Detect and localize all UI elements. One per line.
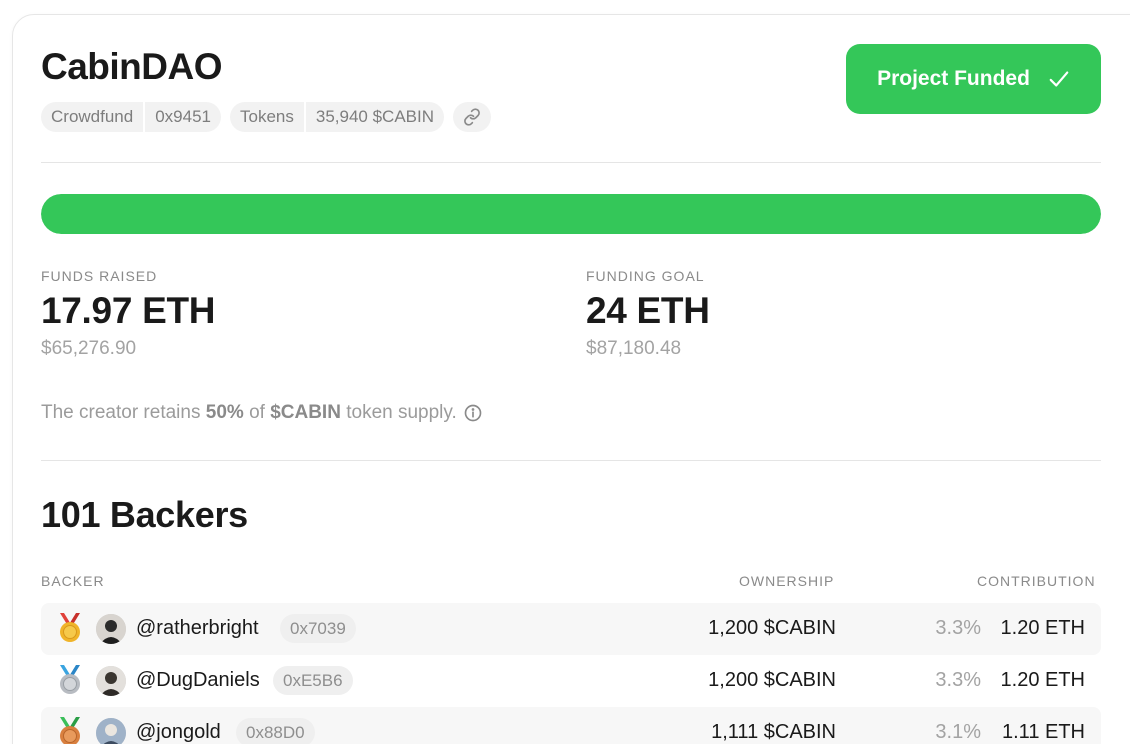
crowdfund-chip[interactable]: Crowdfund 0x9451 xyxy=(41,102,221,132)
silver-medal-icon xyxy=(60,665,80,694)
backer-handle[interactable]: @jongold xyxy=(136,721,221,744)
funds-raised: FUNDS RAISED 17.97 ETH $65,276.90 xyxy=(41,268,215,360)
backer-percent: 3.3% xyxy=(935,669,981,691)
backers-title: 101 Backers xyxy=(41,494,248,535)
tokens-label: Tokens xyxy=(240,107,294,126)
retains-prefix: The creator retains xyxy=(41,402,201,423)
backer-address[interactable]: 0x7039 xyxy=(280,614,356,643)
avatar-image xyxy=(96,614,126,644)
avatar-image xyxy=(96,666,126,696)
creator-retains-note: The creator retains 50% of $CABIN token … xyxy=(41,402,483,424)
backer-contribution: 1.20 ETH xyxy=(1000,617,1085,639)
funding-goal-usd: $87,180.48 xyxy=(586,338,682,359)
column-header-contribution: CONTRIBUTION xyxy=(977,573,1096,589)
funding-goal-label: FUNDING GOAL xyxy=(586,268,705,284)
funding-progress-bar xyxy=(41,194,1101,234)
column-header-ownership: OWNERSHIP xyxy=(739,573,835,589)
divider xyxy=(41,162,1101,163)
backer-percent: 3.3% xyxy=(935,617,981,639)
retains-token: $CABIN xyxy=(270,402,341,423)
crowdfund-type-label: Crowdfund xyxy=(51,107,134,126)
avatar[interactable] xyxy=(96,666,126,696)
backer-row[interactable]: @ratherbright 0x7039 1,200 $CABIN 3.3% 1… xyxy=(41,603,1101,655)
funding-goal: FUNDING GOAL 24 ETH $87,180.48 xyxy=(586,268,710,360)
info-icon[interactable] xyxy=(463,403,483,423)
backer-handle[interactable]: @ratherbright xyxy=(136,617,259,640)
funding-goal-value: 24 ETH xyxy=(586,290,710,331)
link-button[interactable] xyxy=(453,102,492,132)
backer-percent: 3.1% xyxy=(935,721,981,743)
avatar[interactable] xyxy=(96,614,126,644)
avatar-image xyxy=(96,718,126,744)
backer-row[interactable]: @jongold 0x88D0 1,111 $CABIN 3.1% 1.11 E… xyxy=(41,707,1101,744)
bronze-medal-icon xyxy=(60,717,80,744)
project-chips: Crowdfund 0x9451 Tokens 35,940 $CABIN xyxy=(41,102,492,132)
backer-address[interactable]: 0x88D0 xyxy=(236,718,315,744)
retains-middle: of xyxy=(249,402,265,423)
funding-progress-fill xyxy=(41,194,1101,234)
gold-medal-icon xyxy=(60,613,80,642)
project-funded-button[interactable]: Project Funded xyxy=(846,44,1101,114)
link-icon xyxy=(464,108,480,126)
backer-handle[interactable]: @DugDaniels xyxy=(136,669,260,692)
crowdfund-address: 0x9451 xyxy=(143,102,221,132)
divider xyxy=(41,460,1101,461)
funds-raised-value: 17.97 ETH xyxy=(41,290,216,331)
retains-suffix: token supply. xyxy=(346,402,457,423)
retains-percent: 50% xyxy=(205,402,244,423)
funds-raised-label: FUNDS RAISED xyxy=(41,268,158,284)
project-title: CabinDAO xyxy=(41,46,223,87)
backer-contribution: 1.20 ETH xyxy=(1000,669,1085,691)
backer-address[interactable]: 0xE5B6 xyxy=(273,666,353,695)
avatar[interactable] xyxy=(96,718,126,744)
backer-ownership: 1,200 $CABIN xyxy=(708,617,836,639)
backer-ownership: 1,200 $CABIN xyxy=(708,669,836,691)
checkmark-icon xyxy=(1049,71,1069,87)
backer-contribution: 1.11 ETH xyxy=(1002,721,1085,743)
backer-ownership: 1,111 $CABIN xyxy=(711,721,836,743)
backer-row[interactable]: @DugDaniels 0xE5B6 1,200 $CABIN 3.3% 1.2… xyxy=(41,655,1101,707)
funds-raised-usd: $65,276.90 xyxy=(41,338,137,359)
tokens-value: 35,940 $CABIN xyxy=(303,102,444,132)
column-header-backer: BACKER xyxy=(41,573,105,589)
project-funded-label: Project Funded xyxy=(877,67,1030,90)
tokens-chip[interactable]: Tokens 35,940 $CABIN xyxy=(230,102,445,132)
